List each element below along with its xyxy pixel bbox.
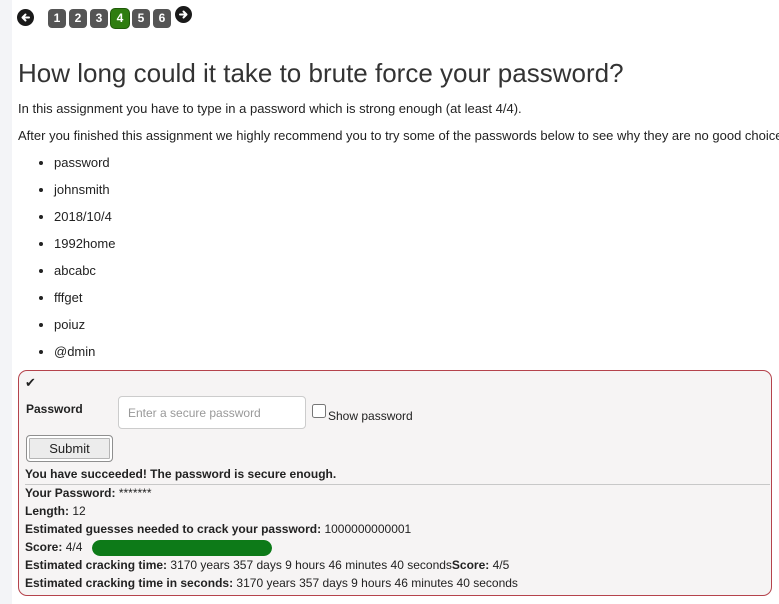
arrow-right-circle-icon	[179, 10, 188, 19]
length-value: 12	[72, 504, 86, 518]
password-input[interactable]	[118, 396, 306, 429]
cracking-time-value: 3170 years 357 days 9 hours 46 minutes 4…	[170, 558, 452, 572]
password-list-item: fffget	[54, 288, 115, 315]
cracking-seconds-row: Estimated cracking time in seconds: 3170…	[25, 576, 518, 590]
password-list-item: password	[54, 153, 115, 180]
page-button-5[interactable]: 5	[132, 9, 150, 28]
cracking-score-value: 4/5	[492, 558, 510, 572]
password-list-item: abcabc	[54, 261, 115, 288]
password-list-item: 2018/10/4	[54, 207, 115, 234]
your-password-row: Your Password: *******	[25, 486, 152, 500]
checkmark-icon: ✔	[25, 375, 36, 390]
score-meter	[92, 540, 272, 556]
show-password-toggle[interactable]: Show password	[312, 404, 413, 423]
page-title: How long could it take to brute force yo…	[18, 58, 624, 88]
page-button-2[interactable]: 2	[69, 9, 87, 28]
cracking-time-label: Estimated cracking time:	[25, 558, 168, 572]
length-row: Length: 12	[25, 504, 86, 518]
page-button-1[interactable]: 1	[48, 9, 66, 28]
show-password-checkbox[interactable]	[312, 404, 326, 418]
page-button-6[interactable]: 6	[153, 9, 171, 28]
divider	[25, 484, 770, 485]
assignment-form-box: ✔ Password Show password Submit You have…	[18, 370, 772, 596]
show-password-label: Show password	[328, 409, 413, 423]
score-row: Score: 4/4	[25, 540, 82, 554]
assignment-intro: In this assignment you have to type in a…	[18, 101, 522, 116]
assignment-pagination: 123456	[17, 5, 192, 29]
page-buttons: 123456	[48, 9, 174, 28]
cracking-score-label: Score:	[451, 558, 490, 572]
page-button-4[interactable]: 4	[111, 9, 129, 28]
recommendation-text: After you finished this assignment we hi…	[18, 128, 779, 143]
next-page-button[interactable]	[175, 6, 192, 23]
left-sidebar-strip	[0, 0, 12, 604]
password-list-item: @dmin	[54, 342, 115, 369]
password-list-item: johnsmith	[54, 180, 115, 207]
length-label: Length:	[25, 504, 69, 518]
arrow-left-circle-icon	[21, 13, 30, 21]
guesses-label: Estimated guesses needed to crack your p…	[25, 522, 322, 536]
cracking-time-row: Estimated cracking time: 3170 years 357 …	[25, 558, 509, 572]
page-button-3[interactable]: 3	[90, 9, 108, 28]
submit-button[interactable]: Submit	[26, 435, 113, 462]
your-password-label: Your Password:	[25, 486, 116, 500]
cracking-seconds-label: Estimated cracking time in seconds:	[25, 576, 234, 590]
score-value: 4/4	[65, 540, 83, 554]
guesses-value: 1000000000001	[324, 522, 412, 536]
password-list-item: 1992home	[54, 234, 115, 261]
success-message: You have succeeded! The password is secu…	[25, 467, 337, 481]
score-label: Score:	[25, 540, 63, 554]
guesses-row: Estimated guesses needed to crack your p…	[25, 522, 411, 536]
score-meter-fill	[92, 540, 272, 556]
cracking-seconds-value: 3170 years 357 days 9 hours 46 minutes 4…	[236, 576, 518, 590]
weak-password-list: passwordjohnsmith2018/10/41992homeabcabc…	[18, 153, 115, 369]
your-password-value: *******	[118, 486, 152, 500]
previous-page-button[interactable]	[17, 8, 34, 26]
password-list-item: poiuz	[54, 315, 115, 342]
password-label: Password	[26, 402, 83, 416]
